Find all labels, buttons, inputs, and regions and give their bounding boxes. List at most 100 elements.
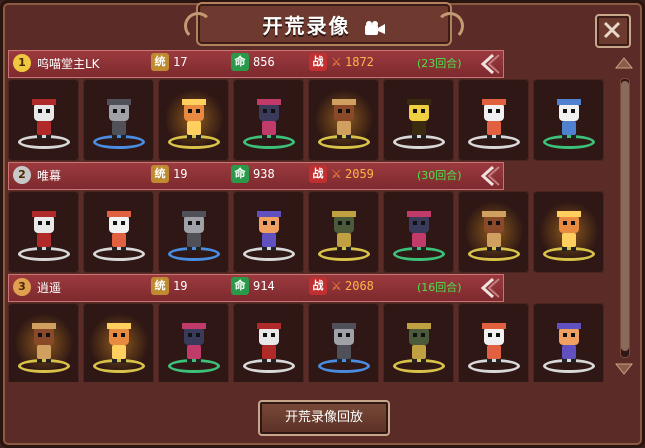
unit-tile[interactable] xyxy=(458,79,529,161)
orange-girl-icon xyxy=(555,323,583,363)
unit-row xyxy=(8,79,608,163)
replay-button[interactable]: 开荒录像回放 xyxy=(258,400,390,436)
chevron-left-icon xyxy=(480,165,500,187)
sword-icon: ⚔ xyxy=(331,55,342,69)
rounds-count: (23回合) xyxy=(417,57,462,70)
life-value: 856 xyxy=(253,55,275,69)
unit-tile[interactable] xyxy=(158,303,229,382)
rounds-count: (16回合) xyxy=(417,281,462,294)
scroll-up-icon[interactable] xyxy=(614,56,634,72)
fire-cat-icon xyxy=(105,323,133,363)
boar-beast-icon xyxy=(330,99,358,139)
unit-tile[interactable] xyxy=(8,79,79,161)
sword-icon: ⚔ xyxy=(331,279,342,293)
life-icon: 命 xyxy=(231,53,249,71)
player-name: 呜喵堂主LK xyxy=(37,57,100,71)
unit-tile[interactable] xyxy=(533,303,604,382)
unit-tile[interactable] xyxy=(308,191,379,273)
command-icon: 统 xyxy=(151,165,169,183)
unit-tile[interactable] xyxy=(233,79,304,161)
unit-tile[interactable] xyxy=(233,191,304,273)
unit-tile[interactable] xyxy=(158,191,229,273)
grey-raccoon-icon xyxy=(105,99,133,139)
command-value: 19 xyxy=(173,167,188,181)
life-icon: 命 xyxy=(231,165,249,183)
life-icon: 命 xyxy=(231,277,249,295)
expand-button[interactable] xyxy=(475,164,501,188)
rank-badge: 1 xyxy=(13,54,31,72)
unit-tile[interactable] xyxy=(83,79,154,161)
unit-row xyxy=(8,191,608,275)
unit-tile[interactable] xyxy=(383,303,454,382)
close-button[interactable] xyxy=(595,14,631,48)
fire-cat-icon xyxy=(180,99,208,139)
orange-girl-icon xyxy=(255,211,283,251)
unit-tile[interactable] xyxy=(8,191,79,273)
player-name: 唯幕 xyxy=(37,169,62,183)
close-icon xyxy=(603,21,621,39)
unit-tile[interactable] xyxy=(383,79,454,161)
command-value: 19 xyxy=(173,279,188,293)
command-icon: 统 xyxy=(151,53,169,71)
white-cat-icon xyxy=(555,99,583,139)
unit-tile[interactable] xyxy=(8,303,79,382)
battle-icon: 战 xyxy=(309,165,327,183)
scroll-down-icon[interactable] xyxy=(614,360,634,376)
grey-raccoon-icon xyxy=(330,323,358,363)
green-soldier-icon xyxy=(330,211,358,251)
panda-red-hat-icon xyxy=(30,211,58,251)
player-name: 逍遥 xyxy=(37,281,62,295)
unit-tile[interactable] xyxy=(83,303,154,382)
boar-beast-icon xyxy=(30,323,58,363)
scroll-thumb[interactable] xyxy=(621,81,629,351)
green-soldier-icon xyxy=(405,323,433,363)
life-value: 914 xyxy=(253,279,275,293)
unit-tile[interactable] xyxy=(458,303,529,382)
battle-icon: 战 xyxy=(309,277,327,295)
boar-beast-icon xyxy=(480,211,508,251)
unit-tile[interactable] xyxy=(458,191,529,273)
chevron-left-icon xyxy=(480,53,500,75)
horned-mask-icon xyxy=(255,99,283,139)
power-value: 2068 xyxy=(345,279,374,293)
sword-icon: ⚔ xyxy=(331,167,342,181)
command-value: 17 xyxy=(173,55,188,69)
power-value: 2059 xyxy=(345,167,374,181)
unit-row xyxy=(8,303,608,382)
unit-tile[interactable] xyxy=(308,303,379,382)
horned-mask-icon xyxy=(405,211,433,251)
title-plate: 开荒录像 xyxy=(184,2,464,46)
power-value: 1872 xyxy=(345,55,374,69)
life-value: 938 xyxy=(253,167,275,181)
horned-mask-icon xyxy=(180,323,208,363)
expand-button[interactable] xyxy=(475,52,501,76)
battle-icon: 战 xyxy=(309,53,327,71)
expand-button[interactable] xyxy=(475,276,501,300)
command-icon: 统 xyxy=(151,277,169,295)
unit-tile[interactable] xyxy=(308,79,379,161)
unit-tile[interactable] xyxy=(83,191,154,273)
fox-mask-icon xyxy=(105,211,133,251)
record-list[interactable]: 1 呜喵堂主LK 统命战 17 856 ⚔ 1872 (23回合) 2 唯幕统命战 19 938 ⚔ 20… xyxy=(8,50,608,382)
record-header[interactable]: 1 呜喵堂主LK 统 命 战 17 856 ⚔ 1872 (23回合) xyxy=(8,50,504,78)
record-header[interactable]: 3 逍遥 统 命 战 19 914 ⚔ 2068 (16回合) xyxy=(8,274,504,302)
unit-tile[interactable] xyxy=(533,79,604,161)
fox-mask-icon xyxy=(480,99,508,139)
unit-tile[interactable] xyxy=(158,79,229,161)
record-header[interactable]: 2 唯幕 统 命 战 19 938 ⚔ 2059 (30回合) xyxy=(8,162,504,190)
scroll-track[interactable] xyxy=(620,78,630,358)
fox-mask-icon xyxy=(480,323,508,363)
panda-red-hat-icon xyxy=(30,99,58,139)
grey-raccoon-icon xyxy=(180,211,208,251)
rank-badge: 2 xyxy=(13,166,31,184)
window-title: 开荒录像 xyxy=(198,10,450,39)
video-camera-icon xyxy=(365,20,386,35)
panda-red-hat-icon xyxy=(255,323,283,363)
unit-tile[interactable] xyxy=(533,191,604,273)
unit-tile[interactable] xyxy=(383,191,454,273)
rounds-count: (30回合) xyxy=(417,169,462,182)
scrollbar[interactable] xyxy=(614,56,634,378)
rank-badge: 3 xyxy=(13,278,31,296)
unit-tile[interactable] xyxy=(233,303,304,382)
fire-cat-icon xyxy=(555,211,583,251)
